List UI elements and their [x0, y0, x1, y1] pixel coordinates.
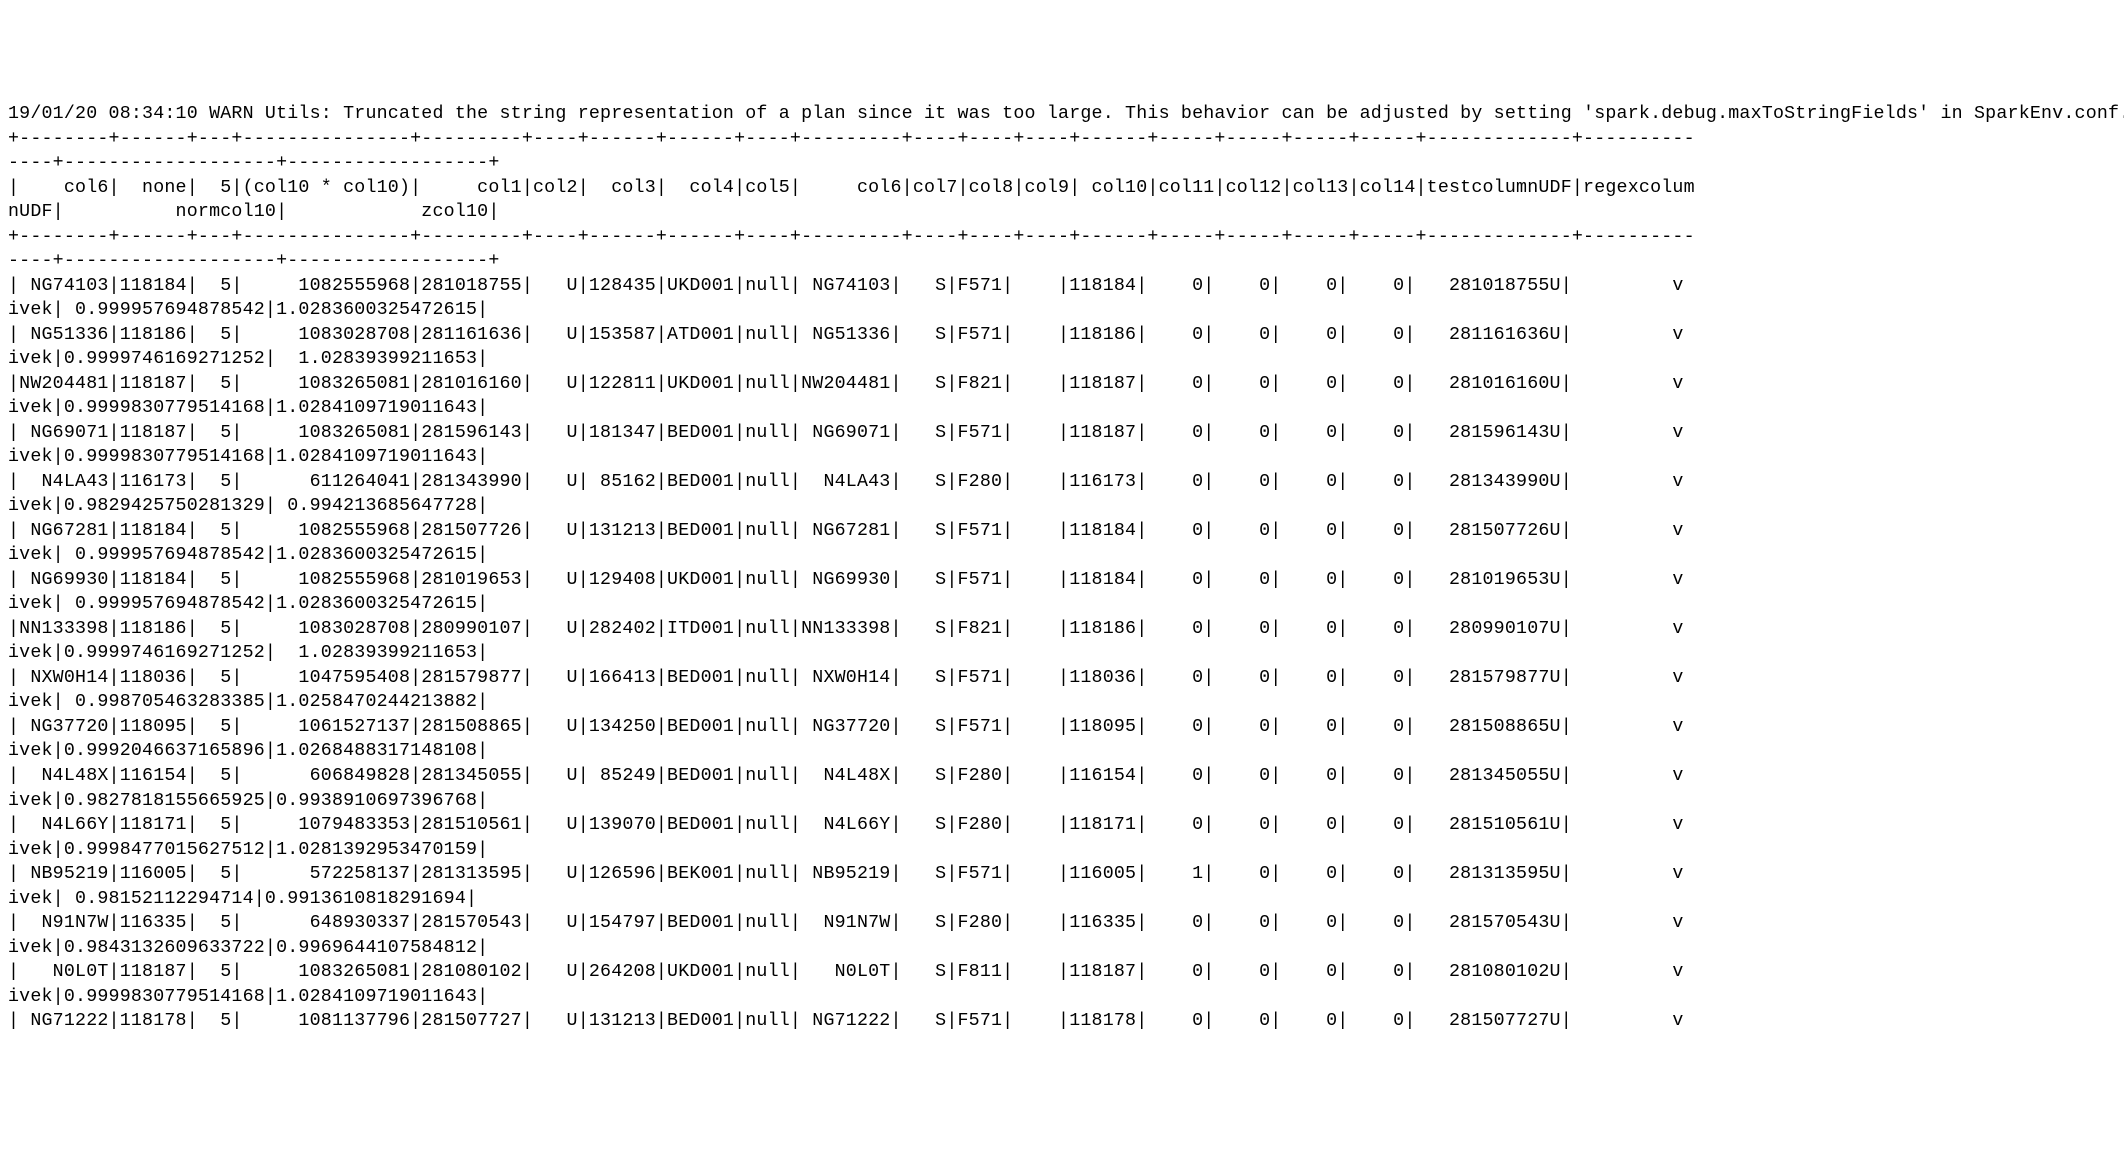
table-row: ivek|0.9999830779514168|1.02841097190116…: [8, 987, 488, 1007]
table-header-line1: | col6| none| 5|(col10 * col10)| col1|co…: [8, 178, 1695, 198]
table-row: | NG71222|118178| 5| 1081137796|28150772…: [8, 1011, 1684, 1031]
table-separator-mid-cont: ----+-------------------+---------------…: [8, 251, 500, 271]
table-row: ivek| 0.999957694878542|1.02836003254726…: [8, 300, 488, 320]
table-row: ivek|0.9999746169271252| 1.0283939921165…: [8, 349, 488, 369]
table-row: ivek|0.9998477015627512|1.02813929534701…: [8, 840, 488, 860]
table-row: |NW204481|118187| 5| 1083265081|28101616…: [8, 374, 1684, 394]
table-row: ivek|0.9999746169271252| 1.0283939921165…: [8, 643, 488, 663]
table-row: ivek| 0.998705463283385|1.02584702442138…: [8, 692, 488, 712]
table-row: | N4LA43|116173| 5| 611264041|281343990|…: [8, 472, 1684, 492]
table-separator-top: +--------+------+---+---------------+---…: [8, 129, 1695, 149]
table-row: | NG69930|118184| 5| 1082555968|28101965…: [8, 570, 1684, 590]
table-row: ivek| 0.999957694878542|1.02836003254726…: [8, 545, 488, 565]
table-row: | N0L0T|118187| 5| 1083265081|281080102|…: [8, 962, 1684, 982]
table-row: ivek|0.9843132609633722|0.99696441075848…: [8, 938, 488, 958]
table-row: ivek| 0.999957694878542|1.02836003254726…: [8, 594, 488, 614]
table-row: ivek|0.9827818155665925|0.99389106973967…: [8, 791, 488, 811]
table-row: | NG74103|118184| 5| 1082555968|28101875…: [8, 276, 1684, 296]
table-row: |NN133398|118186| 5| 1083028708|28099010…: [8, 619, 1684, 639]
table-row: ivek|0.9829425750281329| 0.9942136856477…: [8, 496, 488, 516]
table-separator-mid: +--------+------+---+---------------+---…: [8, 227, 1695, 247]
table-row: | N91N7W|116335| 5| 648930337|281570543|…: [8, 913, 1684, 933]
table-row: | NG69071|118187| 5| 1083265081|28159614…: [8, 423, 1684, 443]
table-row: ivek|0.9999830779514168|1.02841097190116…: [8, 447, 488, 467]
table-row: ivek|0.9999830779514168|1.02841097190116…: [8, 398, 488, 418]
terminal-output: 19/01/20 08:34:10 WARN Utils: Truncated …: [8, 102, 2116, 1034]
table-separator-cont: ----+-------------------+---------------…: [8, 153, 500, 173]
table-row: | NB95219|116005| 5| 572258137|281313595…: [8, 864, 1684, 884]
table-row: ivek|0.9992046637165896|1.02684883171481…: [8, 741, 488, 761]
table-row: ivek| 0.98152112294714|0.991361081829169…: [8, 889, 477, 909]
table-row: | NG37720|118095| 5| 1061527137|28150886…: [8, 717, 1684, 737]
table-row: | N4L48X|116154| 5| 606849828|281345055|…: [8, 766, 1684, 786]
table-header-line2: nUDF| normcol10| zcol10|: [8, 202, 500, 222]
table-row: | NXW0H14|118036| 5| 1047595408|28157987…: [8, 668, 1684, 688]
table-row: | NG67281|118184| 5| 1082555968|28150772…: [8, 521, 1684, 541]
log-warning-line: 19/01/20 08:34:10 WARN Utils: Truncated …: [8, 104, 2124, 124]
table-row: | NG51336|118186| 5| 1083028708|28116163…: [8, 325, 1684, 345]
table-row: | N4L66Y|118171| 5| 1079483353|281510561…: [8, 815, 1684, 835]
